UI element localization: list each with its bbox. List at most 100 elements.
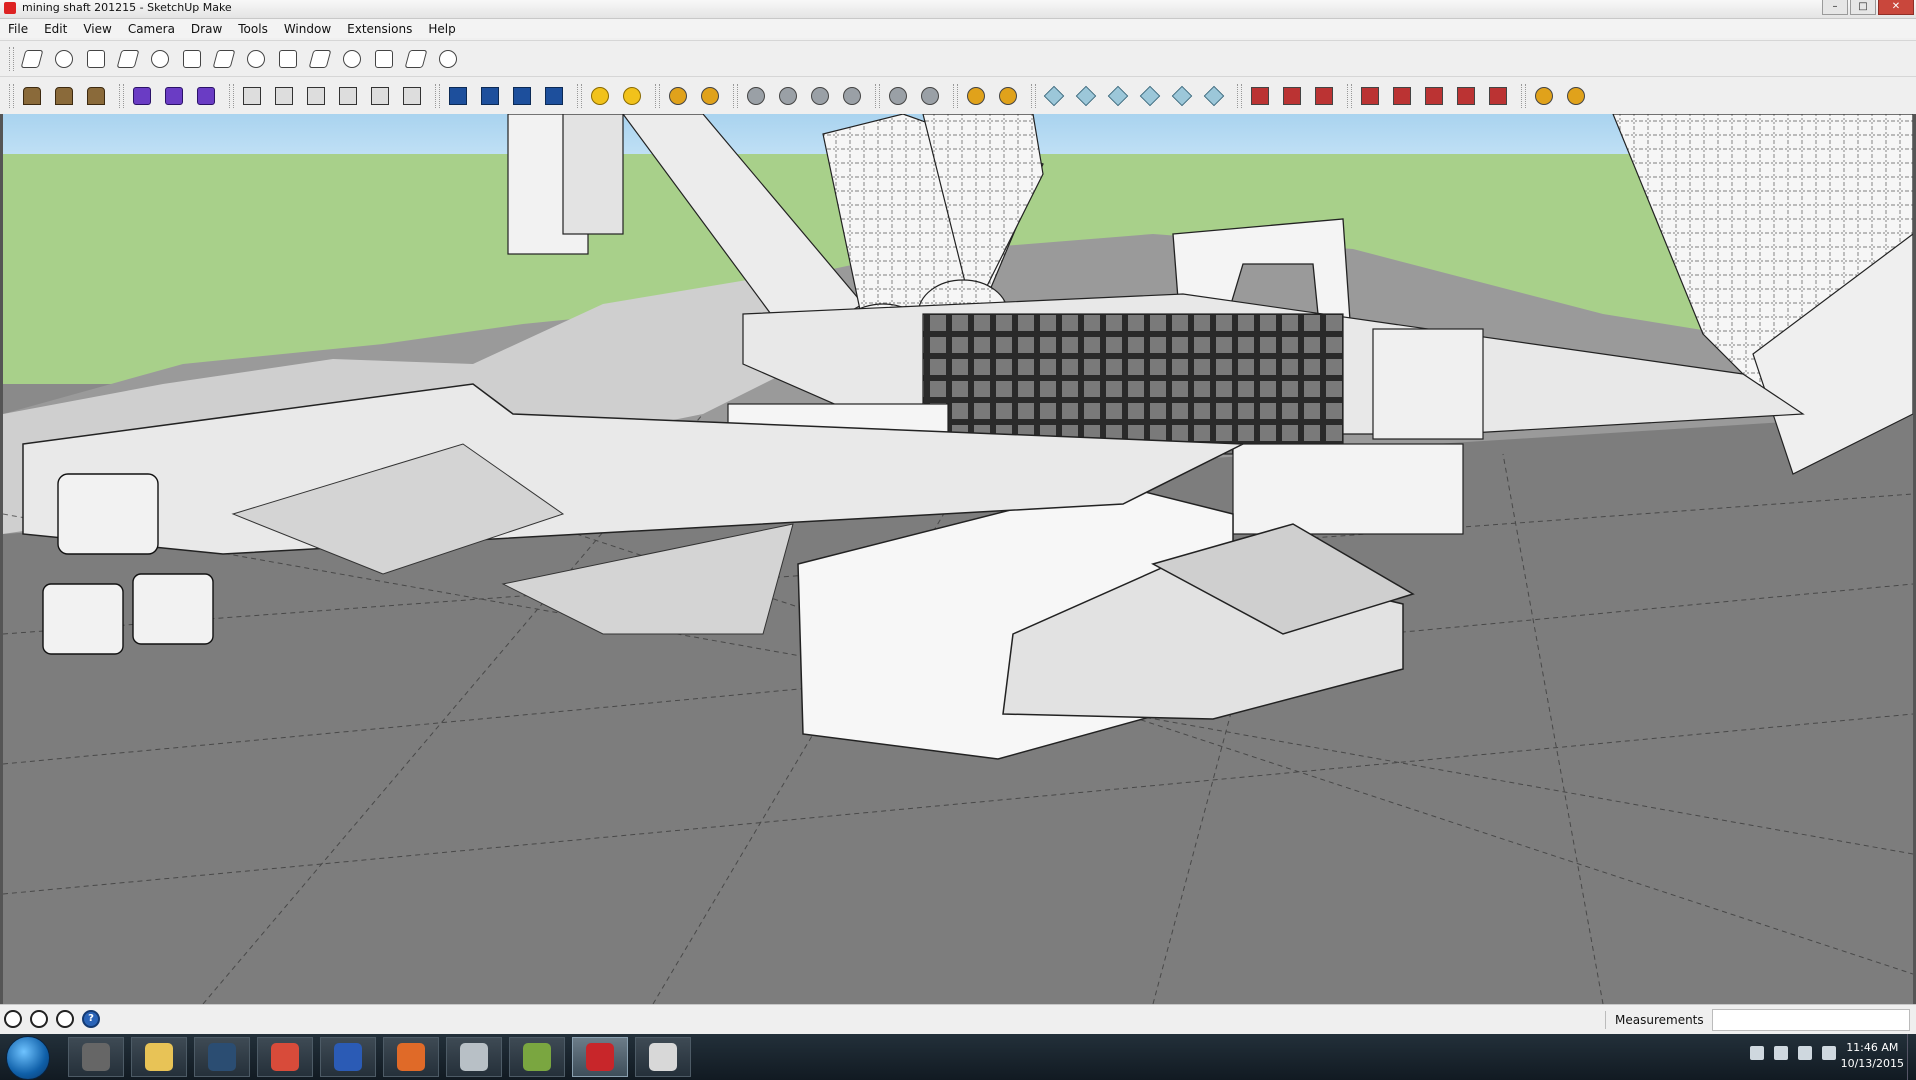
- show-desktop-button[interactable]: [1907, 1034, 1916, 1080]
- layer-grid-tool-button[interactable]: [508, 82, 536, 110]
- axes-tool-button[interactable]: [334, 82, 362, 110]
- sphere-tool-button[interactable]: [434, 45, 462, 73]
- face-tool-button[interactable]: [18, 45, 46, 73]
- menu-file[interactable]: File: [0, 22, 36, 36]
- taskbar-app-obs[interactable]: [68, 1037, 124, 1077]
- cone-tool-button[interactable]: [242, 45, 270, 73]
- green-box-tool-button[interactable]: [1200, 82, 1228, 110]
- sketchup-app-icon[interactable]: [4, 2, 16, 14]
- clock[interactable]: 11:46 AM 10/13/2015: [1841, 1040, 1904, 1072]
- taskbar-app-paint[interactable]: [635, 1037, 691, 1077]
- menu-tools[interactable]: Tools: [230, 22, 276, 36]
- light-tool-button[interactable]: [540, 82, 568, 110]
- toolbar-grip[interactable]: [9, 46, 14, 71]
- menu-extensions[interactable]: Extensions: [339, 22, 420, 36]
- cube-wire-tool-button[interactable]: [270, 82, 298, 110]
- move-tool-button[interactable]: [1356, 82, 1384, 110]
- toolbar-grip[interactable]: [733, 83, 738, 108]
- action-center-icon[interactable]: [1774, 1046, 1788, 1060]
- vray-logo-tool-button[interactable]: [742, 82, 770, 110]
- pyramid-tool-button[interactable]: [18, 82, 46, 110]
- green-tool-tool-button[interactable]: [1310, 82, 1338, 110]
- ellipse-tool-button[interactable]: [306, 45, 334, 73]
- box-tool-button[interactable]: [1104, 82, 1132, 110]
- toolbar-grip[interactable]: [875, 83, 880, 108]
- color-dots-tool-button[interactable]: [696, 82, 724, 110]
- help-icon[interactable]: ?: [82, 1010, 100, 1028]
- toolbar-grip[interactable]: [9, 83, 14, 108]
- align-tool-button[interactable]: [1484, 82, 1512, 110]
- cube-tool-button[interactable]: [238, 82, 266, 110]
- menu-window[interactable]: Window: [276, 22, 339, 36]
- taskbar-app-explorer[interactable]: [131, 1037, 187, 1077]
- menu-draw[interactable]: Draw: [183, 22, 230, 36]
- taskbar-app-word[interactable]: [320, 1037, 376, 1077]
- cone-tool-button[interactable]: [618, 82, 646, 110]
- taskbar-app-chrome[interactable]: [257, 1037, 313, 1077]
- scale-tool-button[interactable]: [1388, 82, 1416, 110]
- volume-icon[interactable]: [1822, 1046, 1836, 1060]
- section-plane-tool-button[interactable]: [444, 82, 472, 110]
- solid-union-tool-button[interactable]: [128, 82, 156, 110]
- color-blocks-tool-button[interactable]: [664, 82, 692, 110]
- materials-tool-button[interactable]: [962, 82, 990, 110]
- red-tool-tool-button[interactable]: [1246, 82, 1274, 110]
- taskbar-app-app[interactable]: [509, 1037, 565, 1077]
- taskbar-app-steam[interactable]: [194, 1037, 250, 1077]
- cone-tool-button[interactable]: [114, 45, 142, 73]
- box-tool-button[interactable]: [1072, 82, 1100, 110]
- toolbar-grip[interactable]: [435, 83, 440, 108]
- wedge-tool-button[interactable]: [82, 82, 110, 110]
- menu-edit[interactable]: Edit: [36, 22, 75, 36]
- polyhedron-tool-button[interactable]: [370, 45, 398, 73]
- layer-tool-button[interactable]: [476, 82, 504, 110]
- taskbar-app-media[interactable]: [383, 1037, 439, 1077]
- pyramid-tool-button[interactable]: [302, 82, 330, 110]
- dome-tool-button[interactable]: [774, 82, 802, 110]
- torus-tool-button[interactable]: [338, 45, 366, 73]
- minimize-button[interactable]: –: [1822, 0, 1848, 15]
- menu-help[interactable]: Help: [420, 22, 463, 36]
- face-tool-button[interactable]: [82, 45, 110, 73]
- solid-subtract-tool-button[interactable]: [160, 82, 188, 110]
- rotate-tool-button[interactable]: [1420, 82, 1448, 110]
- box-tool-button[interactable]: [1136, 82, 1164, 110]
- network-icon[interactable]: [1798, 1046, 1812, 1060]
- tools-tool-button[interactable]: [1562, 82, 1590, 110]
- toolbar-grip[interactable]: [119, 83, 124, 108]
- blue-tool-tool-button[interactable]: [1278, 82, 1306, 110]
- taskbar-app-disc[interactable]: [446, 1037, 502, 1077]
- tape-tool-button[interactable]: [916, 82, 944, 110]
- face-tool-button[interactable]: [50, 45, 78, 73]
- mirror-tool-button[interactable]: [1452, 82, 1480, 110]
- toolbar-grip[interactable]: [655, 83, 660, 108]
- menu-camera[interactable]: Camera: [120, 22, 183, 36]
- model-viewport[interactable]: [0, 114, 1916, 1004]
- toolbar-grip[interactable]: [1031, 83, 1036, 108]
- stack-tool-button[interactable]: [398, 82, 426, 110]
- compass-tool-button[interactable]: [1530, 82, 1558, 110]
- orbit-tool-button[interactable]: [884, 82, 912, 110]
- toolbar-grip[interactable]: [953, 83, 958, 108]
- toolbar-grip[interactable]: [577, 83, 582, 108]
- taskbar-app-sketchup[interactable]: [572, 1037, 628, 1077]
- bulb-tool-button[interactable]: [994, 82, 1022, 110]
- account-icon[interactable]: [56, 1010, 74, 1028]
- cylinder-tool-button[interactable]: [146, 45, 174, 73]
- monitor-tool-button[interactable]: [806, 82, 834, 110]
- ellipse-tool-button[interactable]: [274, 45, 302, 73]
- ellipse-tool-button[interactable]: [586, 82, 614, 110]
- paint-tool-button[interactable]: [838, 82, 866, 110]
- box-tool-button[interactable]: [1040, 82, 1068, 110]
- toolbar-grip[interactable]: [229, 83, 234, 108]
- geolocation-icon[interactable]: [4, 1010, 22, 1028]
- toolbar-grip[interactable]: [1237, 83, 1242, 108]
- circle-tool-button[interactable]: [178, 45, 206, 73]
- show-hidden-icons[interactable]: [1750, 1046, 1764, 1060]
- maximize-button[interactable]: □: [1850, 0, 1876, 15]
- close-button[interactable]: ✕: [1878, 0, 1914, 15]
- toolbar-grip[interactable]: [1347, 83, 1352, 108]
- menu-view[interactable]: View: [75, 22, 119, 36]
- sphere-tool-button[interactable]: [50, 82, 78, 110]
- pencil-tool-button[interactable]: [366, 82, 394, 110]
